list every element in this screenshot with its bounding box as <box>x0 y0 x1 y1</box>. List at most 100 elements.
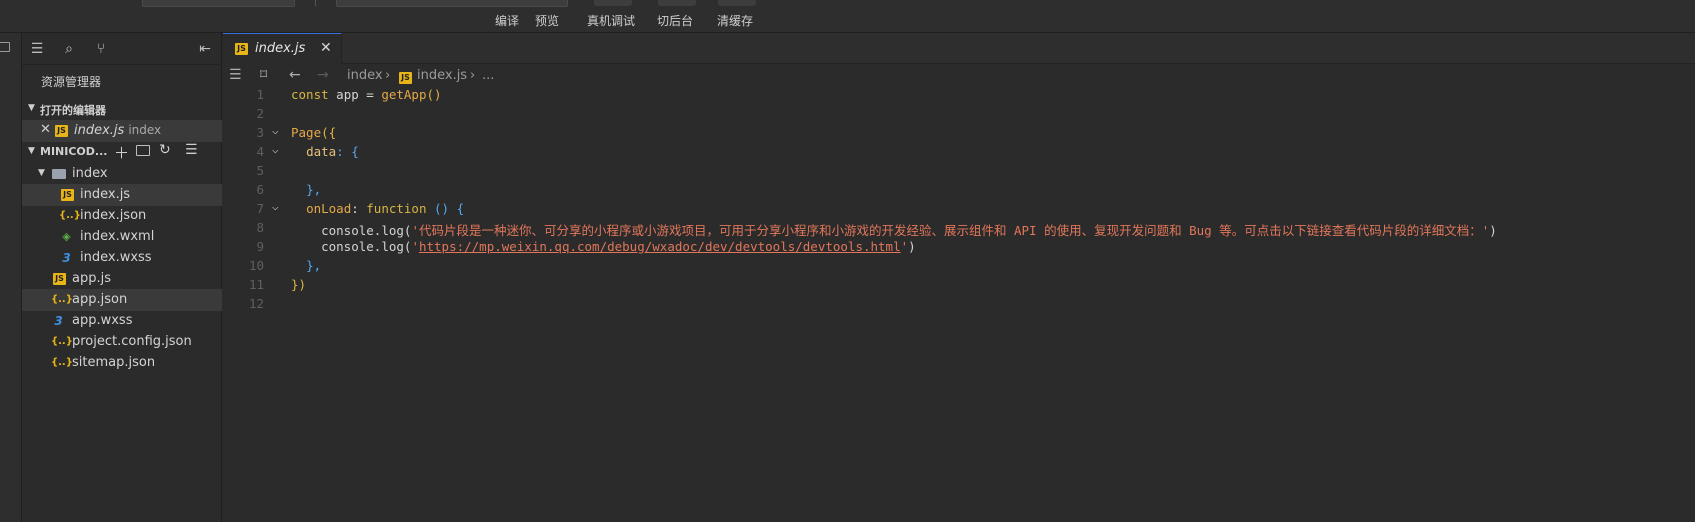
url-link[interactable]: https://mp.weixin.qq.com/debug/wxadoc/de… <box>419 239 901 254</box>
line-number: 2 <box>256 106 264 121</box>
tree-item-label: index.json <box>80 208 147 223</box>
line-number: 6 <box>256 182 264 197</box>
fold-chevron-icon[interactable]: ⌵ <box>272 143 279 156</box>
clear-cache-button[interactable]: 清缓存 <box>717 12 753 29</box>
activity-bar <box>0 33 22 522</box>
open-editor-folder: index <box>128 123 162 137</box>
line-number: 9 <box>256 239 264 254</box>
forward-arrow-icon[interactable]: → <box>317 67 329 83</box>
code-editor: JS index.js ✕ ☰ ⌑ ← → index › JS index.js… <box>223 33 1695 522</box>
property: data <box>306 144 337 159</box>
back-arrow-icon[interactable]: ← <box>289 67 301 83</box>
source-control-icon[interactable]: ⑂ <box>93 41 109 57</box>
string-literal: '代码片段是一种迷你、可分享的小程序或小游戏项目，可用于分享小程序和小游戏的开发… <box>411 223 1490 238</box>
remote-debug-button[interactable]: 真机调试 <box>587 12 635 29</box>
breadcrumb-file[interactable]: JS index.js <box>399 68 467 84</box>
refresh-icon[interactable]: ↻ <box>159 142 171 158</box>
chevron-right-icon: › <box>385 68 391 83</box>
project-section[interactable]: ▼ MINICOD... ＋ ↻ ☰ <box>22 142 222 162</box>
line-number: 10 <box>248 258 264 273</box>
js-file-icon: JS <box>53 273 66 285</box>
tree-item-sitemap[interactable]: {..} sitemap.json <box>22 352 222 374</box>
code-line: 12 <box>223 295 1695 314</box>
tree-item-label: app.wxss <box>72 313 133 328</box>
code-line: 2 <box>223 105 1695 124</box>
fold-chevron-icon[interactable]: ⌵ <box>272 200 279 213</box>
line-number: 4 <box>256 144 264 159</box>
tree-item-index-folder[interactable]: ▼ index <box>22 163 222 185</box>
punctuation: : { <box>336 144 359 159</box>
tree-item-label: sitemap.json <box>72 355 156 370</box>
simulator-toggle-icon[interactable] <box>0 42 10 52</box>
property: onLoad <box>306 201 352 216</box>
collapse-sidebar-icon[interactable]: ⇤ <box>197 41 213 57</box>
json-file-icon: {..} <box>51 357 73 368</box>
punctuation: ({ <box>321 125 337 140</box>
compile-preview-button-group[interactable] <box>487 0 567 6</box>
tree-item-index-wxml[interactable]: ◈ index.wxml <box>22 226 222 248</box>
close-icon[interactable]: ✕ <box>40 122 51 137</box>
keyword: function <box>366 201 427 216</box>
open-editor-filename: index.js <box>74 123 125 138</box>
tree-item-app-wxss[interactable]: 3 app.wxss <box>22 310 222 332</box>
project-label: MINICOD... <box>40 145 108 158</box>
tree-item-index-json[interactable]: {..} index.json <box>22 205 222 227</box>
tree-item-app-json[interactable]: {..} app.json <box>22 289 222 311</box>
open-editor-item[interactable]: ✕ JS index.js index <box>22 120 222 142</box>
keyword: const <box>291 87 329 102</box>
tree-item-label: app.json <box>72 292 128 307</box>
new-folder-icon[interactable] <box>136 145 150 156</box>
open-editors-label: 打开的编辑器 <box>40 104 106 117</box>
chevron-right-icon: › <box>470 68 476 83</box>
function-name: getApp <box>381 87 427 102</box>
tree-item-index-js[interactable]: JS index.js <box>22 184 222 206</box>
punctuation: ) <box>908 239 916 254</box>
chevron-down-icon: ▼ <box>38 168 45 178</box>
method-call: .log( <box>373 239 412 254</box>
background-icon[interactable] <box>658 0 696 6</box>
breadcrumb-more[interactable]: ... <box>482 68 494 83</box>
compile-button[interactable]: 编译 <box>495 12 519 29</box>
tab-label: index.js <box>255 41 306 56</box>
code-line: 1 const app = getApp() <box>223 86 1695 105</box>
outline-list-icon[interactable]: ☰ <box>229 67 242 83</box>
tree-item-label: index.wxml <box>80 229 155 244</box>
code-line: 3 ⌵ Page({ <box>223 124 1695 143</box>
collapse-all-icon[interactable]: ☰ <box>185 142 198 158</box>
preview-button[interactable]: 预览 <box>535 12 559 29</box>
folder-icon <box>52 169 66 179</box>
wxml-file-icon: ◈ <box>62 230 71 243</box>
new-file-icon[interactable]: ＋ <box>114 142 129 163</box>
json-file-icon: {..} <box>51 336 73 347</box>
js-file-icon: JS <box>55 125 68 137</box>
tree-item-index-wxss[interactable]: 3 index.wxss <box>22 247 222 269</box>
punctuation: () <box>426 87 442 102</box>
editor-tab-bar: JS index.js ✕ <box>223 33 1695 64</box>
code-line: 4 ⌵ data: { <box>223 143 1695 162</box>
clear-cache-icon[interactable] <box>718 0 756 6</box>
bookmark-icon[interactable]: ⌑ <box>260 67 267 83</box>
background-button[interactable]: 切后台 <box>657 12 693 29</box>
tree-item-app-js[interactable]: JS app.js <box>22 268 222 290</box>
identifier: app = <box>328 87 382 102</box>
tree-item-project-config[interactable]: {..} project.config.json <box>22 331 222 353</box>
search-icon[interactable]: ⌕ <box>61 41 77 57</box>
fold-chevron-icon[interactable]: ⌵ <box>272 124 279 137</box>
explorer-title: 资源管理器 <box>41 75 102 89</box>
string-quote: ' <box>900 239 909 254</box>
tab-index-js[interactable]: JS index.js ✕ <box>223 33 342 64</box>
remote-debug-icon[interactable] <box>594 0 632 6</box>
line-number: 5 <box>256 163 264 178</box>
js-file-icon: JS <box>399 72 412 84</box>
breadcrumb: ☰ ⌑ ← → index › JS index.js › ... <box>223 64 1695 86</box>
top-toolbar: 编译 预览 真机调试 切后台 清缓存 <box>0 0 1695 33</box>
breadcrumb-folder[interactable]: index <box>347 68 383 83</box>
close-icon[interactable]: ✕ <box>320 40 332 56</box>
open-editors-section[interactable]: ▼ 打开的编辑器 <box>22 99 222 119</box>
code-line: 10 }, <box>223 257 1695 276</box>
identifier: console <box>321 239 374 254</box>
chevron-down-icon: ▼ <box>28 103 35 113</box>
punctuation: () { <box>426 201 465 216</box>
explorer-list-icon[interactable]: ☰ <box>29 41 45 57</box>
mode-dropdown[interactable] <box>142 0 295 7</box>
